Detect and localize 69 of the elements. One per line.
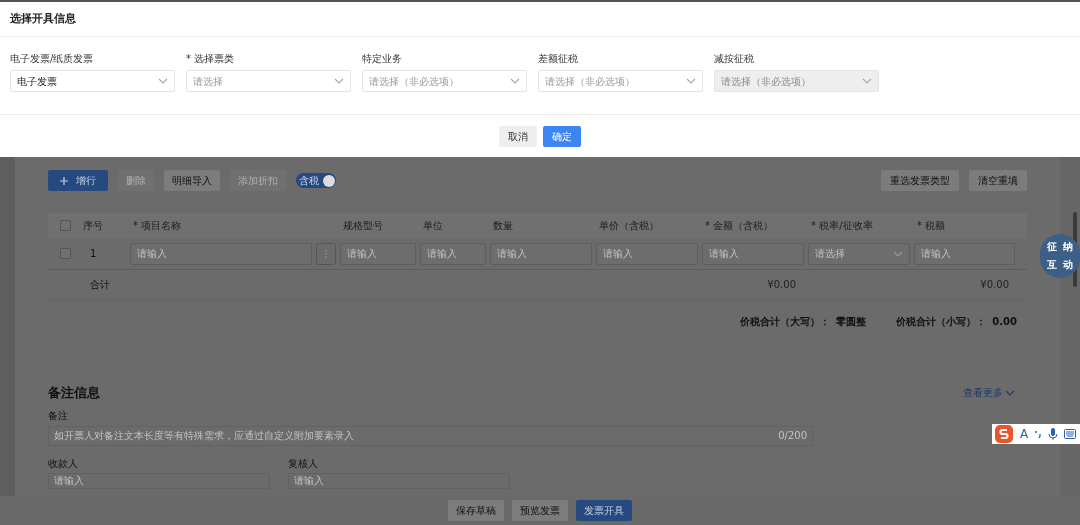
- column-header: * 税额: [916, 219, 947, 233]
- dialog-title: 选择开具信息: [10, 10, 76, 27]
- keyboard-icon[interactable]: [1064, 429, 1077, 439]
- chevron-down-icon: [334, 78, 344, 84]
- toolbar-button[interactable]: 明细导入: [164, 170, 220, 191]
- footer-button[interactable]: 保存草稿: [448, 500, 504, 521]
- input-field[interactable]: 请输入: [596, 242, 698, 265]
- select-field[interactable]: 请选择（非必选项）: [538, 70, 703, 92]
- field-label: 备注: [48, 408, 69, 423]
- field-label: 减按征税: [714, 52, 755, 66]
- tax-toggle[interactable]: 含税: [296, 173, 336, 188]
- checkbox[interactable]: [60, 220, 71, 231]
- more-link[interactable]: 查看更多: [963, 385, 1015, 401]
- table-cell-text: 合计: [89, 278, 111, 292]
- field-label: 差额征税: [538, 52, 579, 66]
- field-label: 收款人: [48, 456, 79, 471]
- confirm-button[interactable]: 确定: [543, 125, 581, 147]
- column-header: 数量: [492, 219, 514, 233]
- input-field[interactable]: 请输入: [490, 242, 592, 265]
- input-field[interactable]: 请输入: [130, 242, 312, 265]
- column-header: 规格型号: [342, 219, 384, 233]
- select-field[interactable]: 请选择（非必选项）: [362, 70, 527, 92]
- column-header: * 税率/征收率: [810, 219, 874, 233]
- toolbar-button[interactable]: 重选发票类型: [881, 170, 959, 191]
- field-label: 特定业务: [362, 52, 403, 66]
- punctuation-icon[interactable]: [1034, 429, 1043, 439]
- input-field[interactable]: 请输入: [340, 242, 416, 265]
- field-label: 电子发票/纸质发票: [10, 52, 95, 66]
- field-label: * 选择票类: [186, 52, 236, 66]
- total-value: 0.00: [992, 315, 1017, 329]
- chevron-down-icon: [510, 78, 520, 84]
- chevron-down-icon: [158, 78, 168, 84]
- sogou-logo-icon[interactable]: [994, 424, 1014, 444]
- chevron-down-icon: [686, 78, 696, 84]
- table-cell-text: ¥0.00: [766, 278, 797, 292]
- select-field[interactable]: 电子发票: [10, 70, 175, 92]
- field-label: 复核人: [288, 456, 319, 471]
- input-field[interactable]: 请输入: [702, 242, 804, 265]
- cancel-button[interactable]: 取消: [499, 125, 537, 147]
- microphone-icon[interactable]: [1048, 427, 1059, 441]
- total-value: 零圆整: [836, 315, 867, 329]
- plus-icon: [60, 176, 68, 185]
- section-title: 备注信息: [48, 384, 100, 402]
- add-row-button[interactable]: 增行: [48, 170, 108, 191]
- chevron-down-icon: [893, 250, 903, 257]
- input-field[interactable]: 请输入: [420, 242, 486, 265]
- chevron-down-icon: [862, 78, 872, 84]
- footer-button[interactable]: 预览发票: [512, 500, 568, 521]
- input-field[interactable]: 请输入: [48, 472, 270, 489]
- column-header: 单价（含税）: [598, 219, 660, 233]
- input-field[interactable]: 请输入: [914, 242, 1015, 265]
- total-label: 价税合计（大写）：: [740, 315, 831, 329]
- total-label: 价税合计（小写）：: [896, 315, 987, 329]
- column-header: 序号: [82, 219, 104, 233]
- column-header: * 项目名称: [132, 219, 183, 233]
- input-mode[interactable]: A: [1020, 425, 1029, 443]
- column-header: 单位: [422, 219, 444, 233]
- chevron-down-icon: [1005, 389, 1015, 396]
- more-icon[interactable]: [316, 242, 336, 265]
- table-cell-text: ¥0.00: [979, 278, 1010, 292]
- footer-button[interactable]: 发票开具: [576, 500, 632, 521]
- input-field[interactable]: 请输入: [288, 472, 510, 489]
- table-cell-text: 1: [89, 247, 98, 261]
- checkbox[interactable]: [60, 248, 71, 259]
- remark-textarea[interactable]: 如开票人对备注文本长度等有特殊需求，应通过自定义附加要素录入 0/200: [48, 425, 813, 446]
- column-header: * 金额（含税）: [704, 219, 775, 233]
- toolbar-button[interactable]: 清空重填: [969, 170, 1027, 191]
- select-field[interactable]: 请选择: [186, 70, 351, 92]
- select-field[interactable]: 请选择: [808, 242, 910, 265]
